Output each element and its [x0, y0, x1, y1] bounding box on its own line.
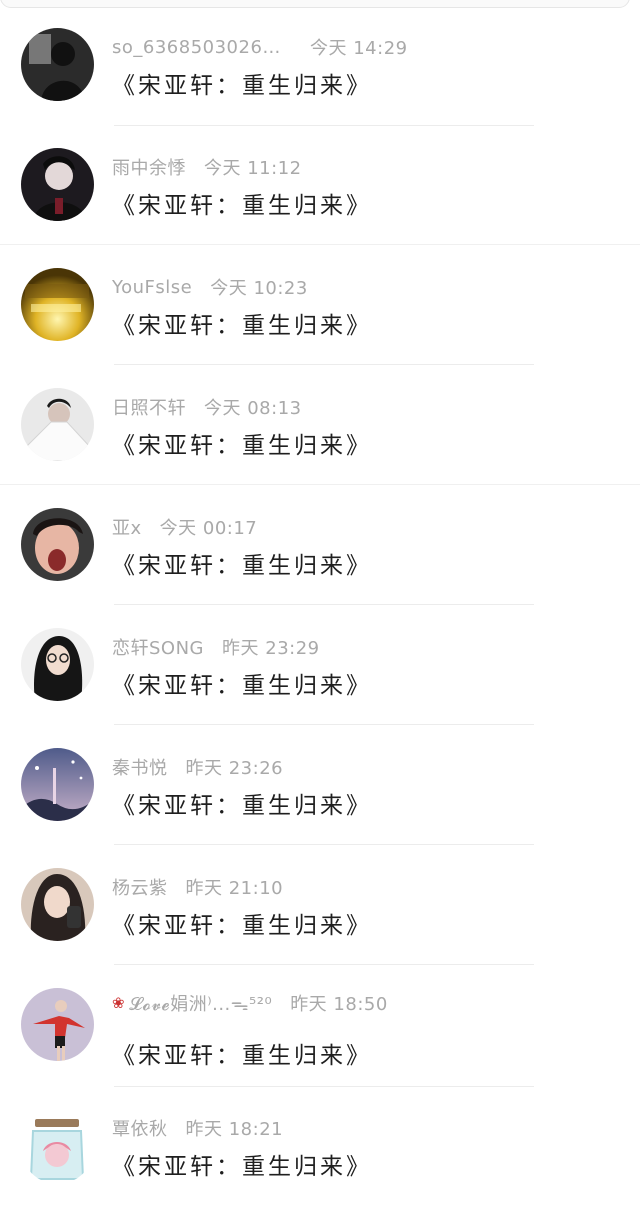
avatar[interactable] — [21, 868, 94, 941]
username[interactable]: 雨中余悸 — [112, 154, 186, 180]
username[interactable]: 覃依秋 — [112, 1115, 168, 1141]
comment-text: 《宋亚轩：重生归来》 — [112, 193, 372, 219]
avatar[interactable] — [21, 268, 94, 341]
username[interactable]: 𝓛𝓸𝓿𝓮娟洲⁾...ᯓ⁵²⁰ — [129, 990, 272, 1016]
timestamp: 昨天 23:29 — [222, 638, 320, 659]
avatar[interactable] — [21, 148, 94, 221]
username[interactable]: 秦书悦 — [112, 754, 168, 780]
list-item[interactable]: 亚x 今天 00:17 《宋亚轩：重生归来》 — [0, 480, 640, 600]
avatar[interactable] — [21, 388, 94, 461]
username[interactable]: YouFslse — [112, 277, 192, 298]
list-item[interactable]: 日照不轩 今天 08:13 《宋亚轩：重生归来》 — [0, 360, 640, 480]
comment-meta: 杨云紫 昨天 21:10 — [112, 874, 283, 900]
timestamp: 昨天 21:10 — [185, 878, 284, 899]
comment-meta: so_636850302626 ... 今天 14:29 — [112, 34, 408, 60]
rose-icon: ❀ — [112, 994, 126, 1012]
comment-text: 《宋亚轩：重生归来》 — [112, 1154, 372, 1180]
username[interactable]: 恋轩SONG — [112, 634, 204, 660]
comment-meta: 恋轩SONG 昨天 23:29 — [112, 634, 320, 660]
comment-text: 《宋亚轩：重生归来》 — [112, 553, 372, 579]
timestamp: 今天 14:29 — [310, 38, 408, 59]
username[interactable]: 杨云紫 — [112, 874, 168, 900]
comment-text: 《宋亚轩：重生归来》 — [112, 433, 372, 459]
timestamp: 昨天 23:26 — [185, 758, 284, 779]
list-item[interactable]: 雨中余悸 今天 11:12 《宋亚轩：重生归来》 — [0, 120, 640, 240]
comment-meta: 雨中余悸 今天 11:12 — [112, 154, 302, 180]
avatar[interactable] — [21, 1111, 94, 1184]
avatar[interactable] — [21, 628, 94, 701]
list-item[interactable]: 覃依秋 昨天 18:21 《宋亚轩：重生归来》 — [0, 1085, 640, 1205]
comment-text: 《宋亚轩：重生归来》 — [112, 673, 372, 699]
list-item[interactable]: so_636850302626 ... 今天 14:29 《宋亚轩：重生归来》 — [0, 0, 640, 120]
timestamp: 昨天 18:21 — [185, 1119, 284, 1140]
list-item[interactable]: 杨云紫 昨天 21:10 《宋亚轩：重生归来》 — [0, 840, 640, 960]
comment-text: 《宋亚轩：重生归来》 — [112, 913, 372, 939]
comment-text: 《宋亚轩：重生归来》 — [112, 793, 372, 819]
timestamp: 今天 00:17 — [159, 518, 258, 539]
timestamp: 今天 10:23 — [210, 278, 308, 299]
username[interactable]: 日照不轩 — [112, 394, 186, 420]
comment-meta: YouFslse 今天 10:23 — [112, 274, 308, 300]
avatar[interactable] — [21, 28, 94, 101]
comment-text: 《宋亚轩：重生归来》 — [112, 313, 372, 339]
comment-text: 《宋亚轩：重生归来》 — [112, 73, 372, 99]
avatar[interactable] — [21, 508, 94, 581]
comment-meta: 亚x 今天 00:17 — [112, 514, 257, 540]
username[interactable]: 亚x — [112, 514, 142, 540]
list-item[interactable]: 恋轩SONG 昨天 23:29 《宋亚轩：重生归来》 — [0, 600, 640, 720]
comment-meta: 秦书悦 昨天 23:26 — [112, 754, 283, 780]
timestamp: 今天 08:13 — [204, 398, 302, 419]
list-item[interactable]: YouFslse 今天 10:23 《宋亚轩：重生归来》 — [0, 240, 640, 360]
list-item[interactable]: ❀ 𝓛𝓸𝓿𝓮娟洲⁾...ᯓ⁵²⁰ 昨天 18:50 《宋亚轩：重生归来》 — [0, 960, 640, 1080]
comment-meta: 日照不轩 今天 08:13 — [112, 394, 302, 420]
username[interactable]: so_636850302626 ... — [112, 37, 292, 58]
avatar[interactable] — [21, 988, 94, 1061]
timestamp: 昨天 18:50 — [290, 994, 388, 1015]
comment-meta: ❀ 𝓛𝓸𝓿𝓮娟洲⁾...ᯓ⁵²⁰ 昨天 18:50 — [112, 990, 388, 1016]
timestamp: 今天 11:12 — [204, 158, 302, 179]
list-item[interactable]: 秦书悦 昨天 23:26 《宋亚轩：重生归来》 — [0, 720, 640, 840]
comment-text: 《宋亚轩：重生归来》 — [112, 1043, 372, 1069]
avatar[interactable] — [21, 748, 94, 821]
comment-meta: 覃依秋 昨天 18:21 — [112, 1115, 283, 1141]
